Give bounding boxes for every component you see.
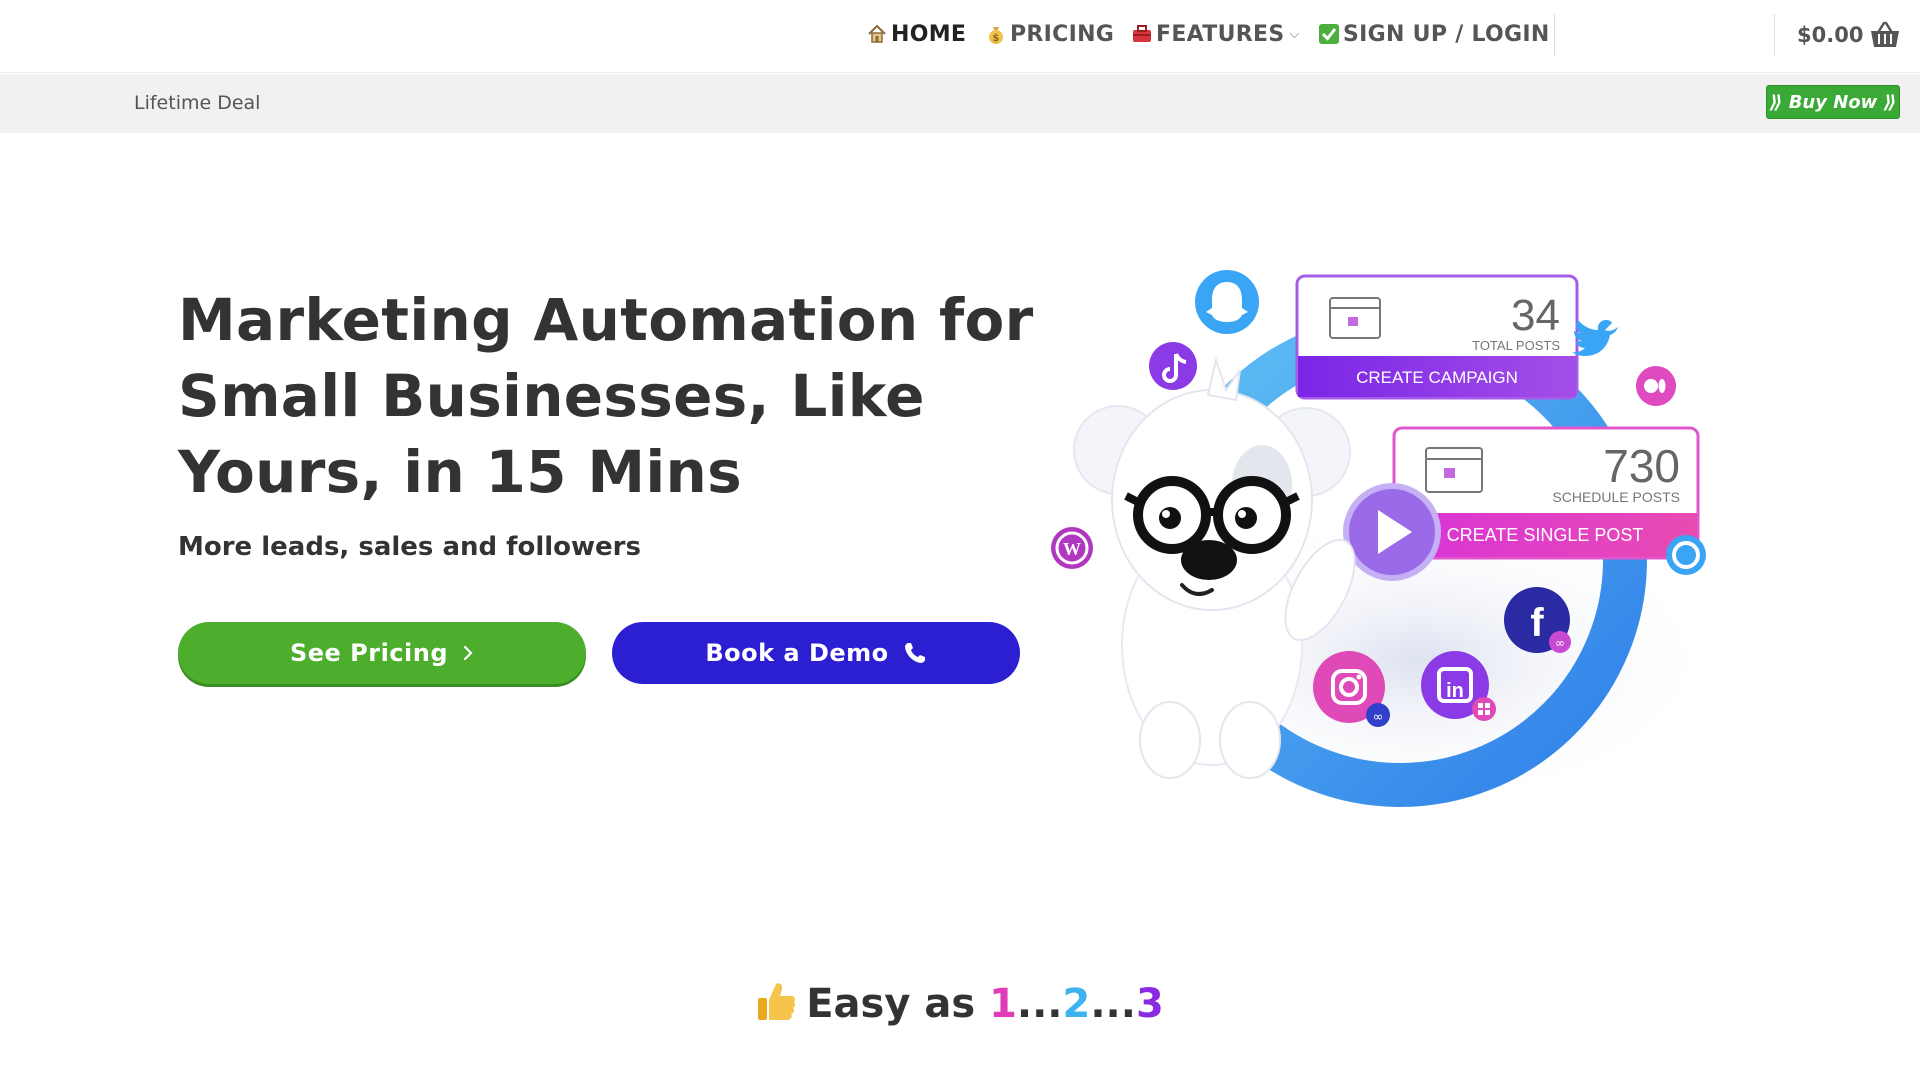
nav-signup-login[interactable]: SIGN UP / LOGIN <box>1318 20 1550 48</box>
create-single-post-label: CREATE SINGLE POST <box>1447 525 1644 545</box>
tiktok-icon <box>1149 342 1197 390</box>
book-demo-button[interactable]: Book a Demo <box>612 622 1020 684</box>
medium-icon <box>1636 366 1676 406</box>
nav-divider <box>1774 14 1775 56</box>
total-posts-caption: TOTAL POSTS <box>1472 338 1560 353</box>
total-posts-number: 34 <box>1511 291 1560 340</box>
book-demo-label: Book a Demo <box>705 639 889 667</box>
wordpress-icon: W <box>1051 527 1093 569</box>
step-1: 1 <box>989 981 1017 1027</box>
nav-features-label: FEATURES <box>1156 21 1285 47</box>
phone-icon <box>903 641 927 665</box>
easy-as-123-heading: Easy as 1...2...3 <box>0 980 1920 1032</box>
svg-text:W: W <box>1063 539 1081 559</box>
alexa-icon <box>1666 535 1706 575</box>
cart-button[interactable]: $0.00 <box>1797 20 1900 50</box>
hero-illustration: 34 TOTAL POSTS CREATE CAMPAIGN 730 SCHED… <box>1040 260 1720 820</box>
nav-home-label: HOME <box>891 21 967 47</box>
house-icon <box>866 23 888 45</box>
cart-total: $0.00 <box>1797 23 1864 47</box>
nav-home[interactable]: HOME <box>866 20 966 48</box>
nav-signup-label: SIGN UP / LOGIN <box>1343 21 1550 47</box>
svg-text:∞: ∞ <box>1373 710 1384 725</box>
check-mark-icon <box>1318 23 1340 45</box>
hero-title: Marketing Automation for Small Businesse… <box>178 286 1034 506</box>
svg-text:∞: ∞ <box>1555 636 1565 650</box>
svg-text:in: in <box>1446 680 1464 702</box>
easy-prefix: Easy as <box>806 981 990 1027</box>
basket-icon <box>1871 21 1900 47</box>
create-campaign-label: CREATE CAMPAIGN <box>1356 368 1518 387</box>
hero-subtitle: More leads, sales and followers <box>178 532 641 562</box>
schedule-posts-number: 730 <box>1603 440 1680 492</box>
promo-bar: Lifetime Deal <box>0 74 1920 133</box>
top-navigation: HOME $ PRICING FEATURES ⌵ SIGN UP / LOGI… <box>0 0 1920 73</box>
nav-divider <box>1554 14 1555 56</box>
twitter-icon <box>1572 320 1618 356</box>
play-icon <box>1343 483 1441 581</box>
promo-label: Lifetime Deal <box>134 92 261 114</box>
dots-2: ... <box>1090 981 1136 1027</box>
snapchat-icon <box>1195 270 1259 334</box>
dots-1: ... <box>1016 981 1063 1027</box>
step-2: 2 <box>1062 981 1091 1027</box>
schedule-posts-caption: SCHEDULE POSTS <box>1552 489 1680 505</box>
see-pricing-button[interactable]: See Pricing <box>178 622 586 684</box>
step-3: 3 <box>1135 981 1164 1027</box>
svg-text:$: $ <box>992 33 999 44</box>
chevron-right-icon <box>462 645 474 661</box>
svg-text:f: f <box>1530 601 1544 645</box>
toolbox-icon <box>1131 23 1153 45</box>
money-bag-icon: $ <box>985 23 1007 45</box>
nav-features[interactable]: FEATURES ⌵ <box>1131 20 1300 48</box>
see-pricing-label: See Pricing <box>289 639 449 667</box>
chevron-down-icon[interactable]: ⌵ <box>1289 27 1299 42</box>
buy-now-button[interactable]: ⟫ Buy Now ⟫ <box>1766 85 1900 119</box>
nav-pricing[interactable]: $ PRICING <box>985 20 1114 48</box>
nav-pricing-label: PRICING <box>1010 21 1115 47</box>
total-posts-card: 34 TOTAL POSTS CREATE CAMPAIGN <box>1295 274 1579 400</box>
thumbs-up-icon <box>756 980 796 1032</box>
